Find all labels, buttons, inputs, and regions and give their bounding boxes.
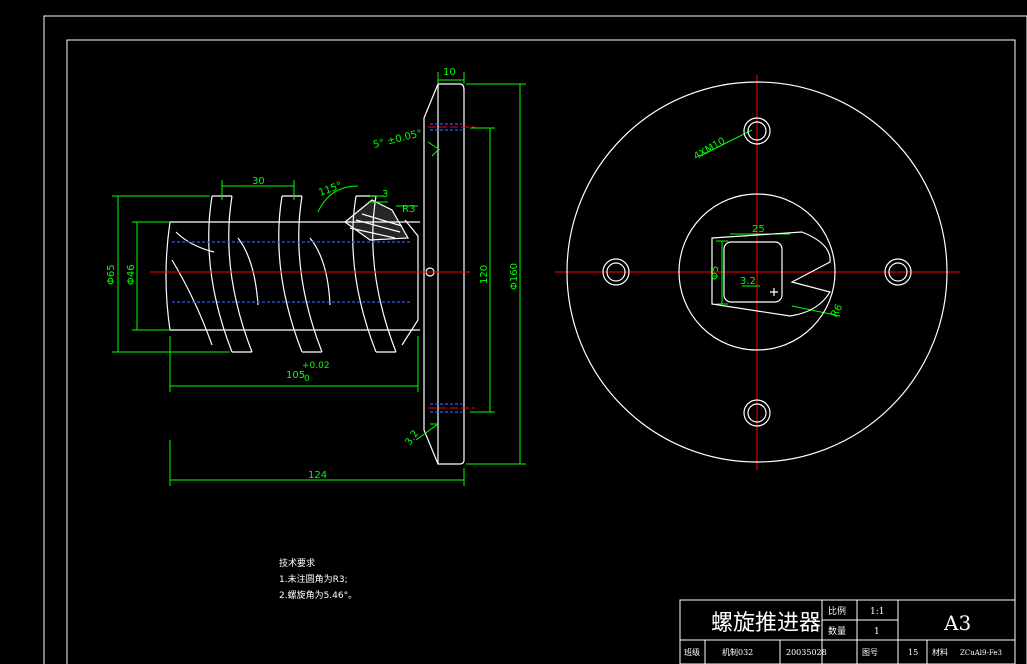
part-name: 螺旋推进器	[711, 611, 821, 636]
qty-label: 数量	[828, 625, 846, 637]
dim-key-small: 3.2	[740, 276, 756, 287]
material-value: ZCuAl9-Fe3	[960, 649, 1002, 657]
drawing-no-label: 图号	[862, 648, 878, 657]
screw-front-view	[165, 83, 465, 465]
dim-radius-tip: R3	[402, 204, 415, 215]
dim-hole-25: 25	[752, 224, 765, 235]
dim-flange-thickness: 10	[443, 67, 456, 78]
dim-total-length: 124	[308, 470, 327, 481]
dimension-lines	[112, 72, 841, 486]
sheet-size: A3	[943, 611, 971, 635]
drawing-no-value: 15	[908, 648, 918, 657]
class-value: 机制032	[722, 647, 753, 657]
dim-holes: 4XM10	[692, 136, 727, 163]
dim-thread-depth: 3	[382, 189, 388, 200]
dim-root-dia: Φ46	[126, 264, 137, 285]
dim-length-main: 105	[286, 370, 305, 381]
dim-chamfer: 5° ±0.05°	[372, 128, 423, 151]
dim-radius-r: R6	[829, 302, 845, 319]
dim-thread-angle: 115°	[317, 180, 343, 199]
dim-tol-upper: +0.02	[302, 361, 330, 371]
qty-value: 1	[874, 627, 880, 637]
class-label: 班级	[684, 647, 700, 657]
dim-tol-lower: 0	[304, 374, 310, 384]
student-no: 20035028	[786, 648, 827, 657]
dim-pitch: 30	[252, 176, 265, 187]
dim-flange-dia: Φ160	[509, 263, 520, 290]
scale-label: 比例	[828, 605, 846, 617]
outer-frame	[43, 15, 1027, 664]
dim-surface-rough: 3.2	[403, 428, 421, 447]
cad-drawing: 10 5° ±0.05° 30 115° 3 R3 Φ65 Φ46 120 Φ1…	[43, 15, 1027, 664]
dim-outer-dia: Φ65	[106, 264, 117, 285]
dimension-texts: 10 5° ±0.05° 30 115° 3 R3 Φ65 Φ46 120 Φ1…	[106, 67, 845, 481]
technical-requirements: 技术要求 1.未注圆角为R3; 2.螺旋角为5.46°。	[279, 556, 357, 604]
dim-key-size: Φ5	[710, 266, 721, 280]
centerlines	[150, 75, 960, 470]
title-block-text: 螺旋推进器 比例 1:1 数量 1 A3 班级 机制032 20035028 图…	[684, 605, 1002, 657]
notes-line-2: 2.螺旋角为5.46°。	[279, 591, 358, 601]
notes-title: 技术要求	[279, 559, 316, 569]
scale-value: 1:1	[870, 607, 884, 617]
dim-bolt-circle: 120	[479, 265, 490, 284]
material-label: 材料	[932, 647, 948, 657]
notes-line-1: 1.未注圆角为R3;	[279, 575, 348, 585]
